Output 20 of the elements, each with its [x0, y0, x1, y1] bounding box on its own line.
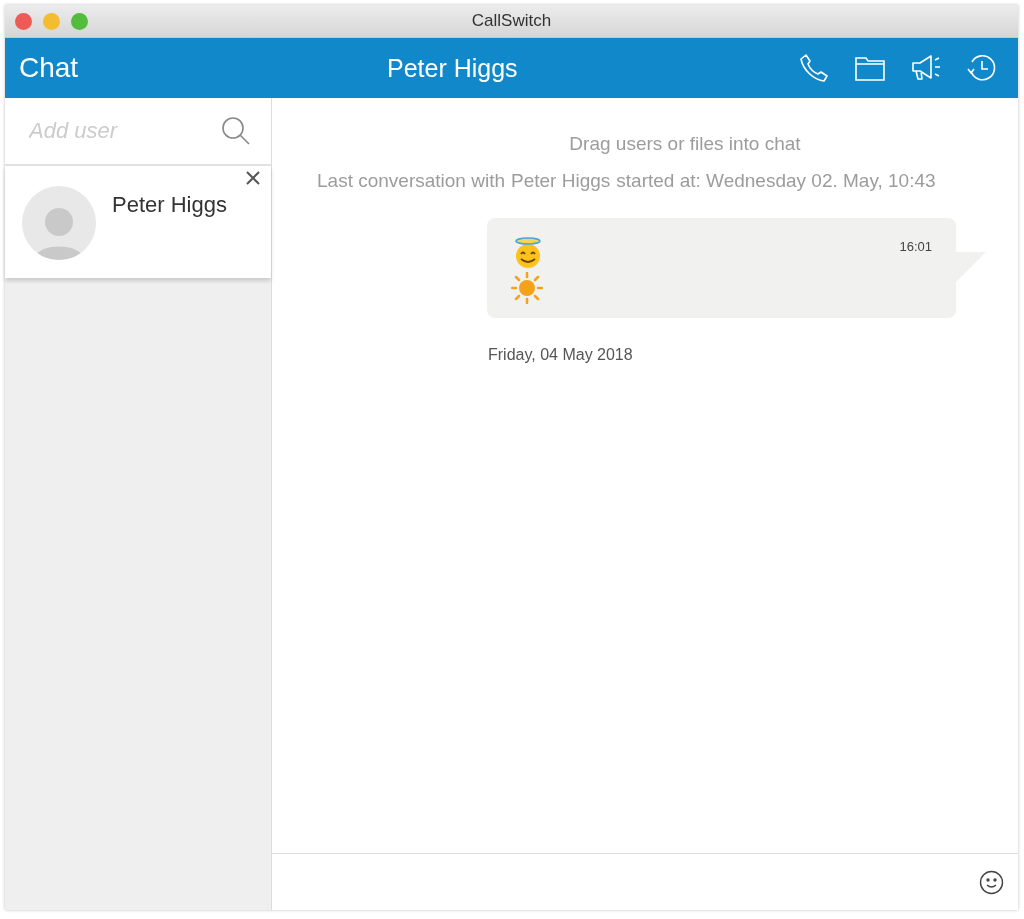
history-icon[interactable]	[966, 52, 998, 84]
close-window-button[interactable]	[15, 12, 32, 30]
last-conversation-name: Peter Higgs	[511, 170, 611, 192]
last-conversation-time: started at: Wednesday 02. May, 10:43	[616, 170, 936, 192]
contact-title: Peter Higgs	[387, 53, 518, 82]
section-title: Chat	[19, 52, 79, 83]
contact-name: Peter Higgs	[112, 192, 227, 219]
last-conversation-label: Last conversation with	[317, 170, 505, 192]
phone-icon[interactable]	[798, 52, 830, 84]
zoom-window-button[interactable]	[71, 12, 88, 30]
emoji-icon[interactable]	[979, 869, 1004, 895]
message-time: 16:01	[899, 239, 932, 254]
sun-icon	[511, 272, 543, 304]
search-icon[interactable]	[221, 116, 251, 146]
date-separator: Friday, 04 May 2018	[488, 346, 633, 363]
window-title: CallSwitch	[471, 11, 552, 30]
close-icon[interactable]	[245, 170, 261, 186]
smiling-face-halo-icon	[512, 237, 544, 269]
drag-hint: Drag users or files into chat	[569, 133, 801, 154]
contact-item[interactable]: Peter Higgs	[5, 166, 271, 278]
